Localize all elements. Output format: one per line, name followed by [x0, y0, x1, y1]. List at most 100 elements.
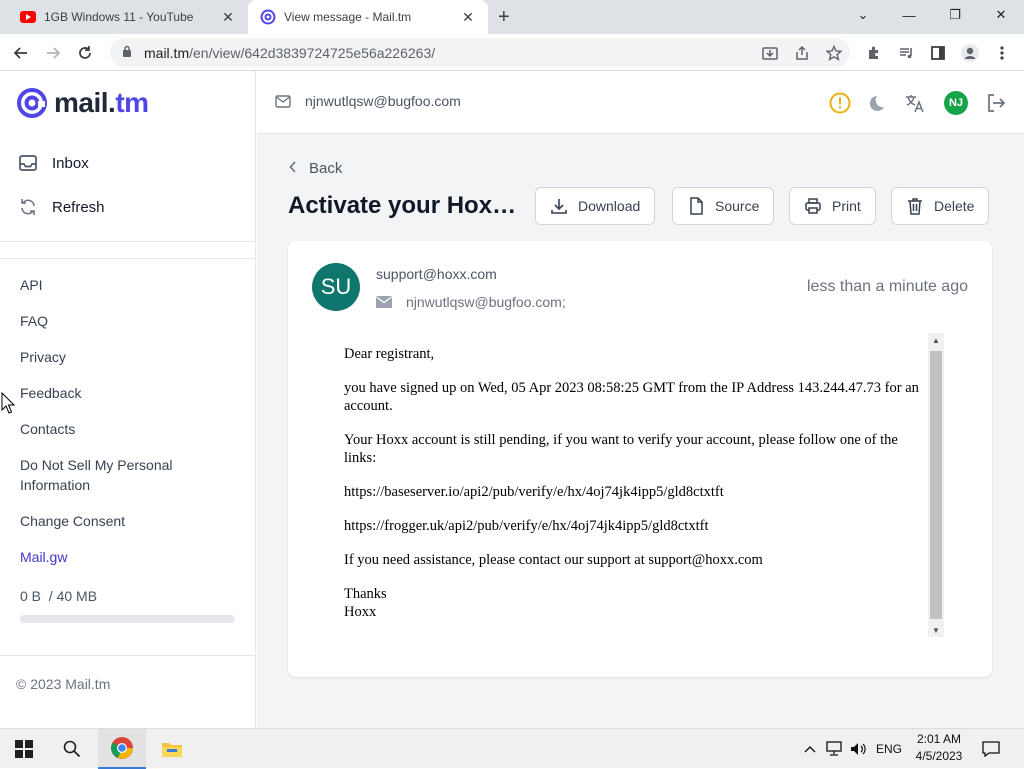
printer-icon: [804, 197, 822, 215]
copyright-text: © 2023 Mail.tm: [16, 676, 111, 692]
refresh-button[interactable]: Refresh: [18, 197, 105, 217]
scroll-up-arrow-icon[interactable]: ▲: [928, 333, 944, 347]
back-link[interactable]: Back: [289, 160, 342, 177]
message-body-scrollbar[interactable]: ▲ ▼: [928, 333, 944, 637]
refresh-icon: [18, 197, 38, 217]
show-hidden-icons-chevron-icon[interactable]: [804, 729, 816, 769]
taskbar-clock[interactable]: 2:01 AM 4/5/2023: [908, 731, 970, 765]
body-paragraph: If you need assistance, please contact o…: [344, 552, 763, 568]
tab-title: 1GB Windows 11 - YouTube: [44, 10, 194, 24]
sidebar-link-do-not-sell[interactable]: Do Not Sell My Personal Information: [20, 455, 200, 495]
input-language[interactable]: ENG: [876, 729, 902, 769]
windows-taskbar: ENG 2:01 AM 4/5/2023: [0, 728, 1024, 769]
inbox-label: Inbox: [52, 154, 89, 172]
youtube-icon: [20, 9, 36, 25]
account-avatar[interactable]: NJ: [944, 91, 968, 115]
taskbar-file-explorer-icon[interactable]: [148, 729, 196, 769]
share-icon[interactable]: [792, 43, 812, 63]
start-windows-icon[interactable]: [0, 729, 48, 769]
taskbar-search-icon[interactable]: [48, 729, 96, 769]
verify-link[interactable]: https://frogger.uk/api2/pub/verify/e/hx/…: [344, 517, 924, 535]
body-paragraph: you have signed up on Wed, 05 Apr 2023 0…: [344, 380, 919, 414]
mailtm-app: mail.tm Inbox Refresh API FAQ Privacy Fe…: [0, 71, 1024, 728]
source-label: Source: [715, 198, 760, 214]
sidebar-link-mailgw[interactable]: Mail.gw: [20, 547, 67, 567]
sidebar-link-feedback[interactable]: Feedback: [20, 383, 81, 403]
bookmark-star-icon[interactable]: [824, 43, 844, 63]
clock-time: 2:01 AM: [916, 732, 962, 746]
body-paragraph: Dear registrant,: [344, 346, 435, 362]
sidebar-link-change-consent[interactable]: Change Consent: [20, 511, 125, 531]
side-panel-icon[interactable]: [928, 43, 948, 63]
extensions-icon[interactable]: [864, 43, 884, 63]
source-button[interactable]: Source: [672, 187, 775, 225]
network-icon[interactable]: [826, 729, 844, 769]
message-body-frame[interactable]: Dear registrant, you have signed up on W…: [328, 333, 944, 637]
trash-icon: [906, 197, 924, 215]
app-header: njnwutlqsw@bugfoo.com NJ: [257, 71, 1024, 134]
tab-youtube[interactable]: 1GB Windows 11 - YouTube ✕: [8, 0, 248, 34]
mailtm-icon: [260, 9, 276, 25]
close-tab-icon[interactable]: ✕: [460, 9, 476, 26]
verify-link[interactable]: https://baseserver.io/api2/pub/verify/e/…: [344, 483, 924, 501]
delete-label: Delete: [934, 198, 975, 214]
inbox-button[interactable]: Inbox: [18, 153, 89, 173]
message-subject: Activate your Hoxx...: [288, 192, 523, 219]
browser-menu-icon[interactable]: [992, 43, 1012, 63]
account-address[interactable]: njnwutlqsw@bugfoo.com: [275, 93, 461, 109]
profile-icon[interactable]: [960, 43, 980, 63]
scroll-thumb[interactable]: [930, 351, 942, 619]
volume-icon[interactable]: [850, 729, 868, 769]
translate-icon[interactable]: [903, 91, 927, 115]
close-tab-icon[interactable]: ✕: [220, 9, 236, 26]
tab-mailtm[interactable]: View message - Mail.tm ✕: [248, 0, 488, 34]
recipient-row: njnwutlqsw@bugfoo.com;: [376, 294, 566, 310]
restore-button[interactable]: ❐: [932, 0, 978, 30]
download-button[interactable]: Download: [535, 187, 656, 225]
logo-text: mail.tm: [54, 87, 149, 118]
document-icon: [687, 197, 705, 215]
scroll-down-arrow-icon[interactable]: ▼: [928, 623, 944, 637]
print-button[interactable]: Print: [789, 187, 876, 225]
sender-email: support@hoxx.com: [376, 266, 497, 282]
forward-arrow-icon[interactable]: [42, 42, 64, 64]
delete-button[interactable]: Delete: [891, 187, 990, 225]
taskbar-chrome-icon[interactable]: [98, 729, 146, 769]
url-domain: mail.tm: [144, 44, 190, 61]
notifications-icon[interactable]: [982, 729, 1000, 769]
sidebar-divider: [0, 655, 256, 656]
close-window-button[interactable]: ✕: [978, 0, 1024, 30]
address-bar[interactable]: mail.tm/en/view/642d3839724725e56a226263…: [110, 38, 850, 67]
account-email: njnwutlqsw@bugfoo.com: [305, 93, 461, 109]
sidebar-link-privacy[interactable]: Privacy: [20, 347, 66, 367]
sidebar-link-faq[interactable]: FAQ: [20, 311, 48, 331]
inbox-icon: [18, 153, 38, 173]
tab-title: View message - Mail.tm: [284, 10, 412, 24]
minimize-button[interactable]: —: [886, 0, 932, 30]
storage-usage-text: 0 B / 40 MB: [20, 588, 98, 604]
sidebar: mail.tm Inbox Refresh API FAQ Privacy Fe…: [0, 71, 256, 728]
media-queue-icon[interactable]: [896, 43, 916, 63]
refresh-label: Refresh: [52, 198, 105, 216]
install-app-icon[interactable]: [760, 43, 780, 63]
clock-date: 4/5/2023: [915, 749, 963, 763]
storage-progress-bar: [20, 615, 235, 623]
new-tab-button[interactable]: +: [498, 6, 510, 29]
logout-icon[interactable]: [984, 91, 1008, 115]
back-arrow-icon[interactable]: [10, 42, 32, 64]
tab-search-chevron-icon[interactable]: ⌄: [840, 0, 886, 30]
download-icon: [550, 197, 568, 215]
dark-mode-moon-icon[interactable]: [867, 91, 891, 115]
sidebar-link-contacts[interactable]: Contacts: [20, 419, 75, 439]
mailtm-logo[interactable]: mail.tm: [16, 87, 149, 119]
sidebar-link-api[interactable]: API: [20, 275, 43, 295]
lock-icon: [122, 45, 134, 60]
back-label: Back: [309, 160, 343, 177]
browser-toolbar: mail.tm/en/view/642d3839724725e56a226263…: [0, 34, 1024, 71]
warning-icon[interactable]: [828, 91, 852, 115]
print-label: Print: [832, 198, 861, 214]
message-view: njnwutlqsw@bugfoo.com NJ Back Activate y…: [257, 71, 1024, 728]
reload-icon[interactable]: [74, 42, 96, 64]
download-label: Download: [578, 198, 641, 214]
message-body: Dear registrant, you have signed up on W…: [344, 345, 924, 621]
